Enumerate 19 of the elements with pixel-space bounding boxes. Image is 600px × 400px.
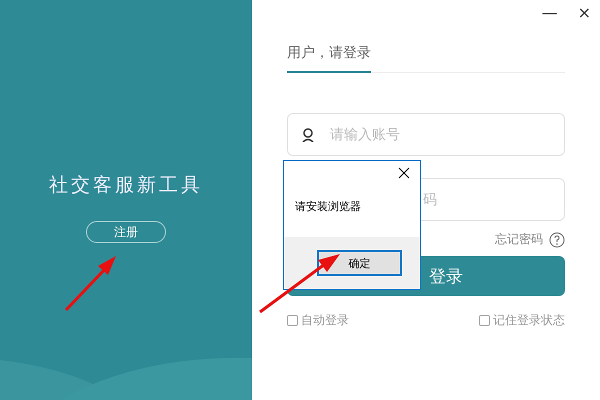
checkbox-option[interactable]: 记住登录状态: [479, 312, 565, 329]
password-input[interactable]: 码: [421, 190, 481, 208]
checkbox-option[interactable]: 自动登录: [287, 312, 349, 329]
help-icon: [549, 232, 565, 248]
slogan: 社交客服新工具: [49, 173, 203, 198]
dialog-message: 请安装浏览器: [294, 199, 362, 215]
ok-button[interactable]: 确定: [317, 250, 402, 276]
checkbox-label: 自动登录: [301, 312, 349, 329]
close-button[interactable]: ×: [576, 2, 593, 22]
account-field[interactable]: 请输入账号: [287, 113, 565, 156]
arrow: [64, 256, 116, 312]
account-input[interactable]: 请输入账号: [328, 126, 528, 144]
forgot-password-link[interactable]: 忘记密码: [495, 231, 543, 248]
login-tab[interactable]: 用户，请登录: [287, 44, 371, 73]
close-icon[interactable]: [398, 167, 410, 179]
register-button[interactable]: 注册: [86, 221, 166, 243]
minimize-button[interactable]: —: [540, 2, 560, 22]
checkbox-label: 记住登录状态: [493, 312, 565, 329]
user-icon: [302, 128, 314, 142]
